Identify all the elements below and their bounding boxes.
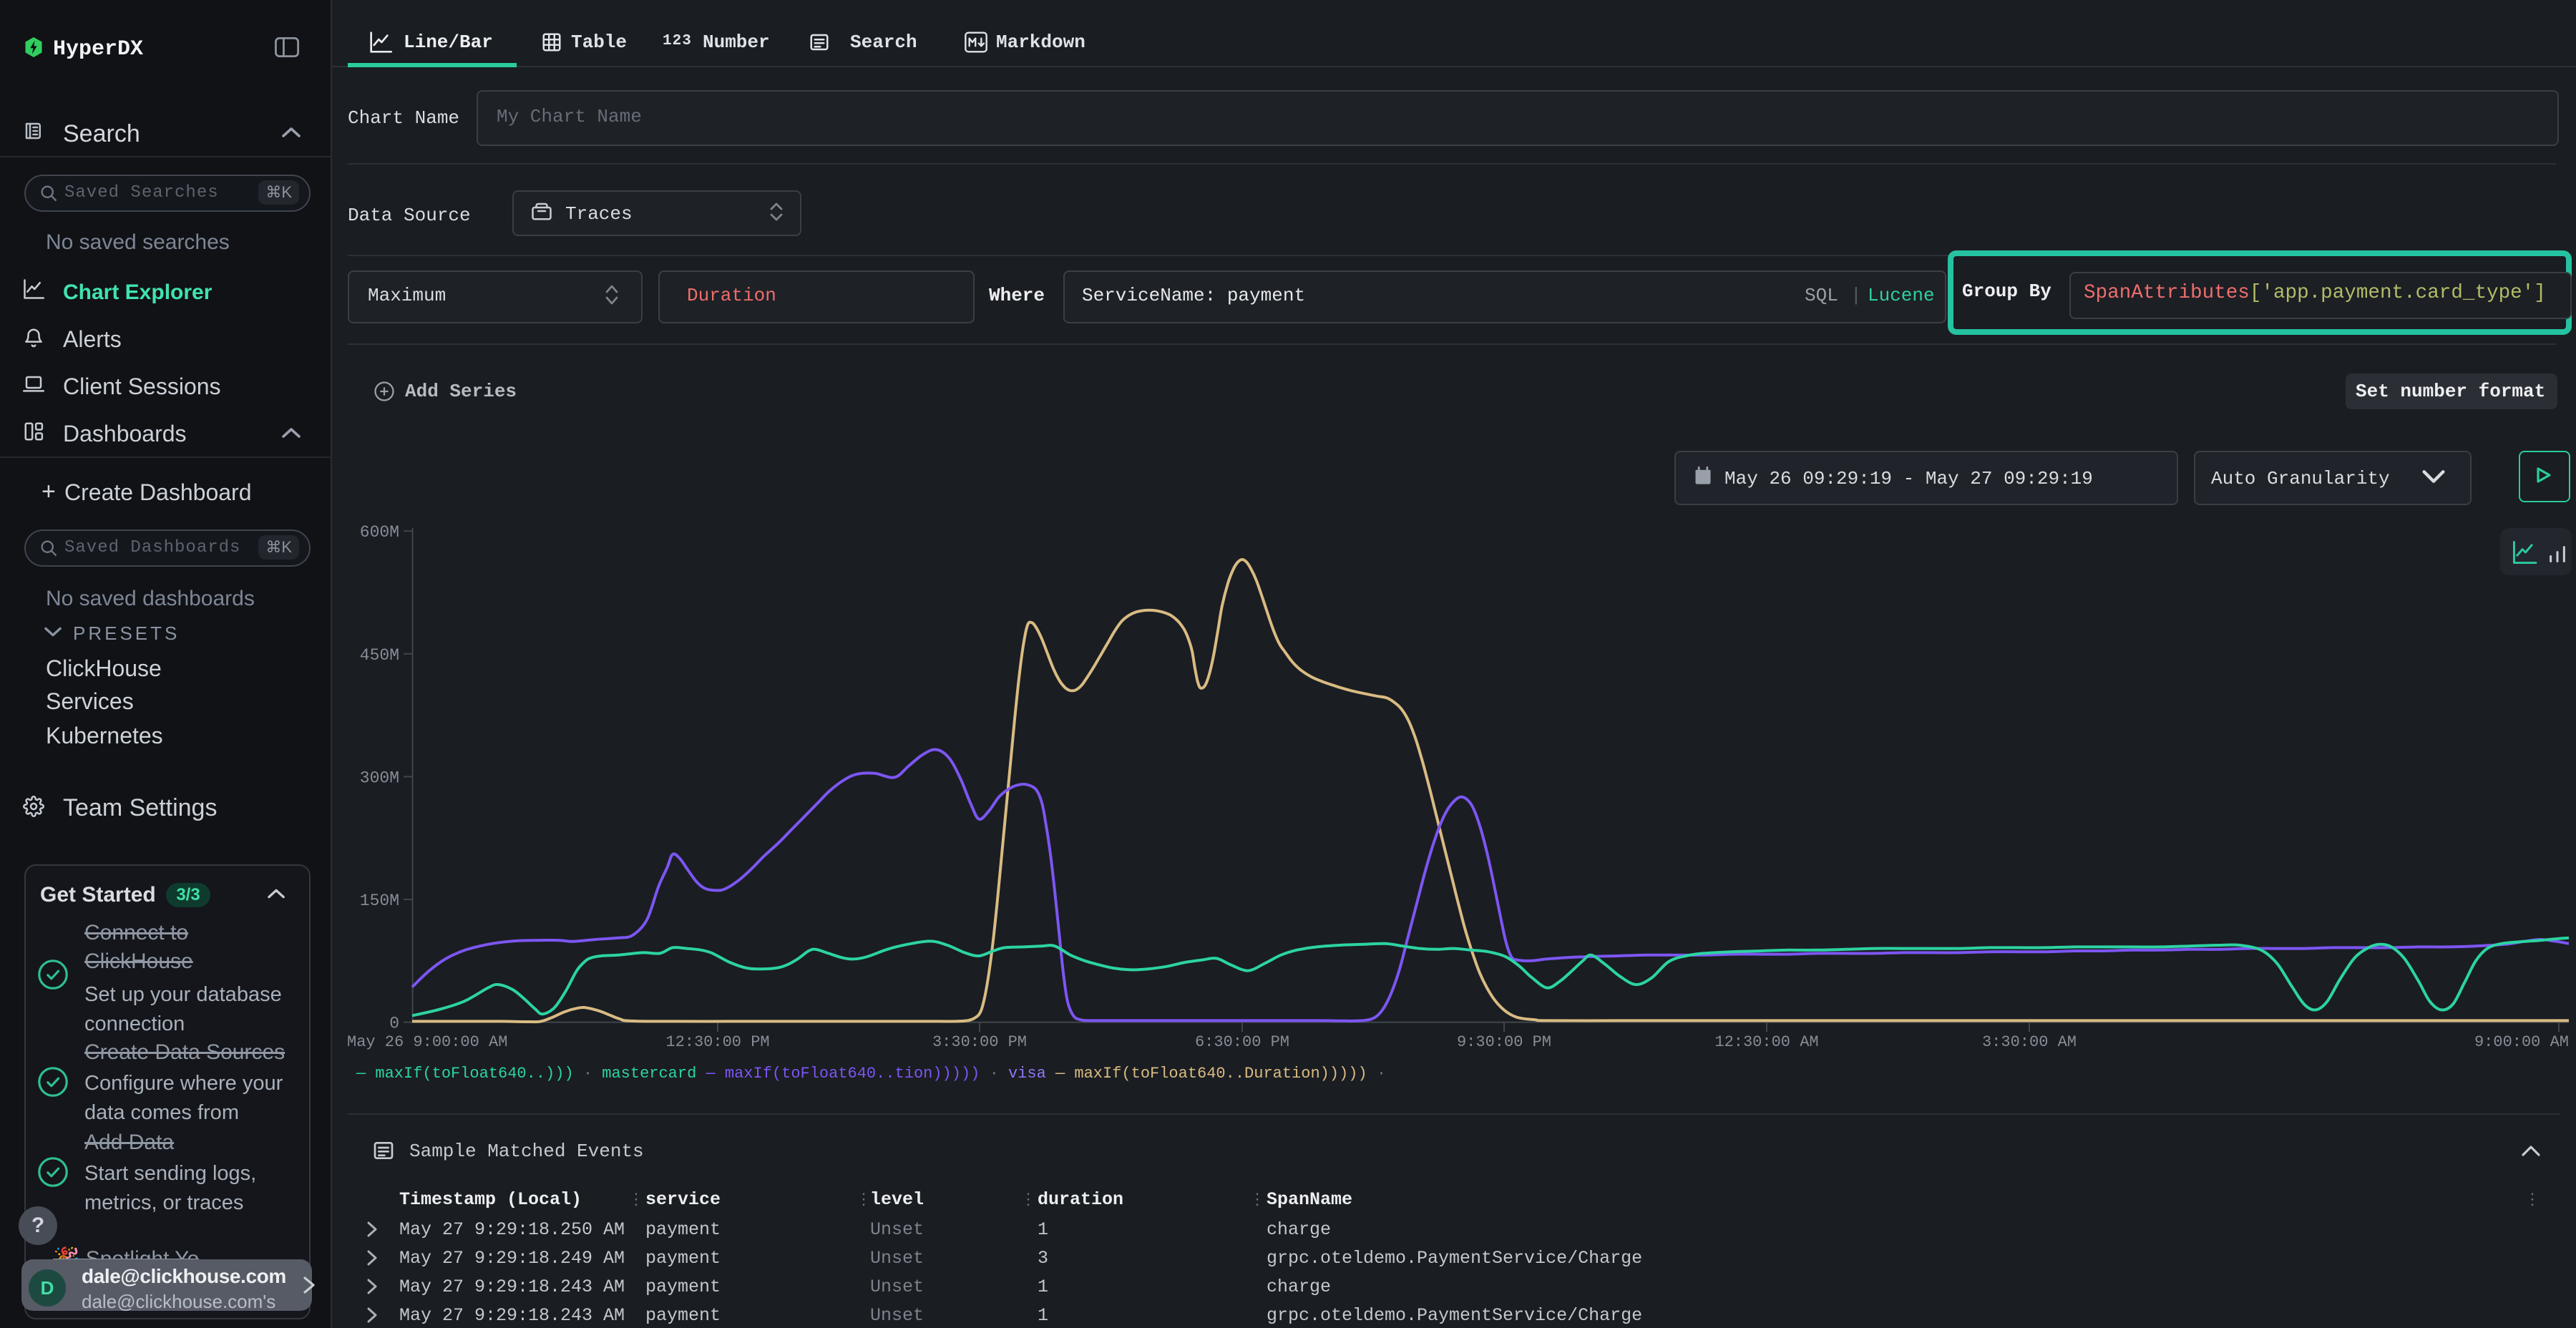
svg-text:450M: 450M [360, 646, 399, 665]
svg-text:0: 0 [389, 1015, 399, 1033]
svg-text:9:00:00 AM: 9:00:00 AM [2474, 1033, 2569, 1051]
svg-text:6:30:00 PM: 6:30:00 PM [1195, 1033, 1289, 1051]
svg-text:May 26 9:00:00 AM: May 26 9:00:00 AM [347, 1033, 507, 1051]
svg-text:12:30:00 PM: 12:30:00 PM [665, 1033, 769, 1051]
svg-text:12:30:00 AM: 12:30:00 AM [1714, 1033, 1818, 1051]
svg-text:600M: 600M [360, 523, 399, 542]
svg-text:300M: 300M [360, 768, 399, 787]
svg-text:3:30:00 AM: 3:30:00 AM [1982, 1033, 2077, 1051]
svg-text:9:30:00 PM: 9:30:00 PM [1457, 1033, 1551, 1051]
svg-text:3:30:00 PM: 3:30:00 PM [932, 1033, 1027, 1051]
svg-text:150M: 150M [360, 892, 399, 910]
